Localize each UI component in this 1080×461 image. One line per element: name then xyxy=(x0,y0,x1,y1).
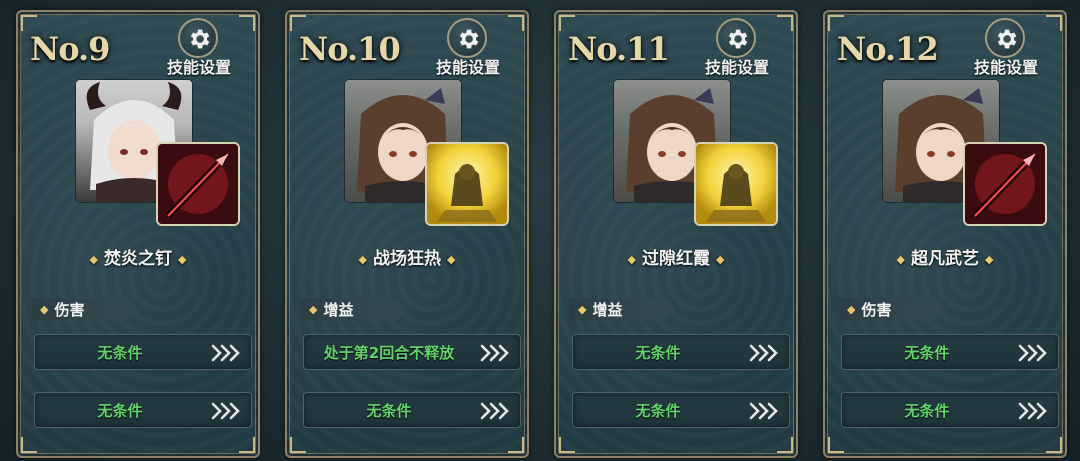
golden-warrior-buff-icon xyxy=(425,142,509,226)
sparkle-icon: ◆ xyxy=(847,302,856,316)
skill-name: ◆ 战场狂热 ◆ xyxy=(358,249,456,269)
sparkle-icon: ◆ xyxy=(716,252,725,266)
skill-settings-button[interactable]: 技能设置 xyxy=(692,18,782,78)
gear-icon xyxy=(178,18,218,58)
sparkle-icon: ◆ xyxy=(578,302,587,316)
triple-chevron-right-icon xyxy=(1018,344,1047,362)
sparkle-icon: ◆ xyxy=(985,252,994,266)
triple-chevron-right-icon xyxy=(211,344,240,362)
skill-type-tag: ◆ 增益 xyxy=(570,298,676,320)
gear-icon xyxy=(716,18,756,58)
triple-chevron-right-icon xyxy=(480,344,509,362)
skill-name: ◆ 焚炎之钉 ◆ xyxy=(89,249,187,269)
skill-settings-label: 技能设置 xyxy=(704,58,769,77)
condition-button[interactable]: 无条件 xyxy=(841,392,1059,428)
golden-warrior-buff-icon xyxy=(694,142,778,226)
sparkle-icon: ◆ xyxy=(627,252,636,266)
skill-type-tag: ◆ 伤害 xyxy=(839,298,945,320)
condition-button[interactable]: 无条件 xyxy=(34,334,252,370)
gear-icon xyxy=(447,18,487,58)
skill-name: ◆ 超凡武艺 ◆ xyxy=(896,249,994,269)
skill-slot-panel: No.9 技能设置 ◆ 焚炎之钉 ◆ ◆ 伤害 无条件 无条件 No.10 技能… xyxy=(0,0,1080,461)
slot-number: No.9 xyxy=(30,30,110,68)
skill-name: ◆ 过隙红霞 ◆ xyxy=(627,249,725,269)
slot-number: No.11 xyxy=(568,30,670,68)
skill-settings-label: 技能设置 xyxy=(166,58,231,77)
condition-button[interactable]: 无条件 xyxy=(303,392,521,428)
triple-chevron-right-icon xyxy=(749,344,778,362)
triple-chevron-right-icon xyxy=(1018,402,1047,420)
skill-type-tag: ◆ 增益 xyxy=(301,298,407,320)
sparkle-icon: ◆ xyxy=(358,252,367,266)
triple-chevron-right-icon xyxy=(749,402,778,420)
condition-button[interactable]: 无条件 xyxy=(572,334,790,370)
condition-button[interactable]: 无条件 xyxy=(572,392,790,428)
skill-settings-button[interactable]: 技能设置 xyxy=(423,18,513,78)
skill-settings-label: 技能设置 xyxy=(435,58,500,77)
gear-icon xyxy=(985,18,1025,58)
slot-number: No.10 xyxy=(299,30,401,68)
condition-button[interactable]: 无条件 xyxy=(34,392,252,428)
slot-number: No.12 xyxy=(837,30,939,68)
red-spear-icon xyxy=(963,142,1047,226)
skill-card[interactable]: No.10 技能设置 ◆ 战场狂热 ◆ ◆ 增益 处于第2回合不释放 无条件 xyxy=(285,10,529,458)
skill-settings-button[interactable]: 技能设置 xyxy=(154,18,244,78)
skill-card[interactable]: No.12 技能设置 ◆ 超凡武艺 ◆ ◆ 伤害 无条件 无条件 xyxy=(823,10,1067,458)
skill-settings-button[interactable]: 技能设置 xyxy=(961,18,1051,78)
sparkle-icon: ◆ xyxy=(89,252,98,266)
skill-card[interactable]: No.11 技能设置 ◆ 过隙红霞 ◆ ◆ 增益 无条件 无条件 xyxy=(554,10,798,458)
skill-settings-label: 技能设置 xyxy=(973,58,1038,77)
skill-type-tag: ◆ 伤害 xyxy=(32,298,138,320)
condition-button[interactable]: 处于第2回合不释放 xyxy=(303,334,521,370)
triple-chevron-right-icon xyxy=(211,402,240,420)
sparkle-icon: ◆ xyxy=(309,302,318,316)
sparkle-icon: ◆ xyxy=(178,252,187,266)
sparkle-icon: ◆ xyxy=(40,302,49,316)
sparkle-icon: ◆ xyxy=(447,252,456,266)
skill-card[interactable]: No.9 技能设置 ◆ 焚炎之钉 ◆ ◆ 伤害 无条件 无条件 xyxy=(16,10,260,458)
red-spear-icon xyxy=(156,142,240,226)
triple-chevron-right-icon xyxy=(480,402,509,420)
condition-button[interactable]: 无条件 xyxy=(841,334,1059,370)
sparkle-icon: ◆ xyxy=(896,252,905,266)
